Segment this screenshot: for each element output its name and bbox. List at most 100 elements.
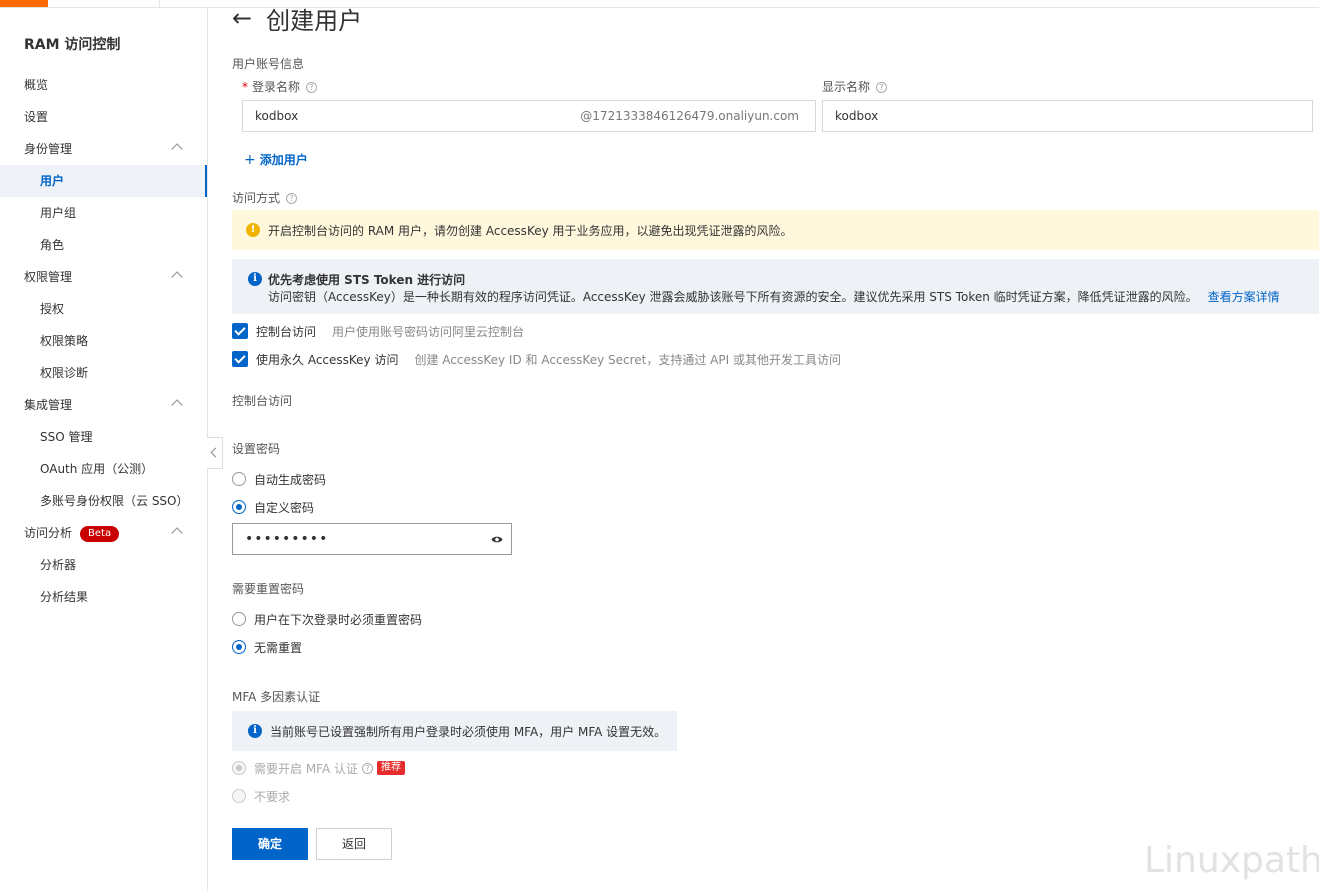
sidebar-item-user-groups[interactable]: 用户组 bbox=[0, 197, 207, 229]
back-arrow-icon[interactable]: ← bbox=[232, 3, 252, 33]
login-name-label: * 登录名称? bbox=[242, 78, 318, 95]
sidebar-collapse-button[interactable] bbox=[207, 437, 223, 469]
display-name-input[interactable]: kodbox bbox=[822, 100, 1313, 132]
sidebar-item-label: 身份管理 bbox=[24, 142, 73, 156]
back-button[interactable]: 返回 bbox=[316, 828, 392, 860]
chevron-up-icon[interactable] bbox=[171, 527, 183, 539]
page-title: 创建用户 bbox=[266, 6, 363, 35]
sidebar-item-label: 分析器 bbox=[40, 558, 77, 572]
confirm-button[interactable]: 确定 bbox=[232, 828, 308, 860]
sidebar-item-label: 集成管理 bbox=[24, 398, 73, 412]
sidebar-item-label: 访问分析 bbox=[24, 526, 73, 540]
radio-no-reset[interactable]: 无需重置 bbox=[232, 638, 302, 656]
sidebar-item-policies[interactable]: 权限策略 bbox=[0, 325, 207, 357]
eye-icon[interactable] bbox=[491, 535, 503, 544]
radio-mfa-required[interactable]: 需要开启 MFA 认证 ? 推荐 bbox=[232, 759, 405, 777]
sidebar-group-integration[interactable]: 集成管理 bbox=[0, 389, 207, 421]
help-icon[interactable]: ? bbox=[362, 762, 373, 774]
display-name-label-text: 显示名称 bbox=[822, 80, 871, 94]
radio-button[interactable] bbox=[232, 612, 246, 626]
chevron-up-icon[interactable] bbox=[171, 271, 183, 283]
sidebar-item-grants[interactable]: 授权 bbox=[0, 293, 207, 325]
radio-button[interactable] bbox=[232, 761, 246, 775]
display-name-label: 显示名称? bbox=[822, 78, 888, 95]
set-password-label: 设置密码 bbox=[232, 442, 281, 456]
console-access-label: 控制台访问 bbox=[256, 324, 317, 339]
radio-button[interactable] bbox=[232, 472, 246, 486]
accesskey-option[interactable]: 使用永久 AccessKey 访问 创建 AccessKey ID 和 Acce… bbox=[232, 350, 841, 368]
sidebar-item-oauth[interactable]: OAuth 应用（公测） bbox=[0, 453, 207, 485]
radio-custom-password[interactable]: 自定义密码 bbox=[232, 498, 314, 516]
sidebar-group-permissions[interactable]: 权限管理 bbox=[0, 261, 207, 293]
top-bar bbox=[0, 0, 1319, 8]
brand-logo[interactable] bbox=[0, 0, 48, 7]
plus-icon: + bbox=[244, 152, 256, 168]
radio-mfa-not-required[interactable]: 不要求 bbox=[232, 787, 290, 805]
console-section-title: 控制台访问 bbox=[232, 394, 293, 408]
sidebar-item-label: 用户组 bbox=[40, 206, 77, 220]
sidebar-item-roles[interactable]: 角色 bbox=[0, 229, 207, 261]
add-user-button[interactable]: + 添加用户 bbox=[244, 151, 308, 168]
radio-button[interactable] bbox=[232, 500, 246, 514]
radio-button[interactable] bbox=[232, 789, 246, 803]
sidebar-item-diagnosis[interactable]: 权限诊断 bbox=[0, 357, 207, 389]
radio-reset-next-login[interactable]: 用户在下次登录时必须重置密码 bbox=[232, 610, 422, 628]
help-icon[interactable]: ? bbox=[306, 82, 318, 93]
console-access-checkbox[interactable] bbox=[232, 323, 248, 339]
sidebar-item-analysis-results[interactable]: 分析结果 bbox=[0, 581, 207, 613]
accesskey-checkbox[interactable] bbox=[232, 351, 248, 367]
sidebar-item-settings[interactable]: 设置 bbox=[0, 101, 207, 133]
accesskey-label: 使用永久 AccessKey 访问 bbox=[256, 352, 399, 367]
mfa-label: MFA 多因素认证 bbox=[232, 690, 321, 704]
sidebar-item-label: 角色 bbox=[40, 238, 65, 252]
sidebar-item-overview[interactable]: 概览 bbox=[0, 69, 207, 101]
sidebar-item-sso[interactable]: SSO 管理 bbox=[0, 421, 207, 453]
help-icon[interactable]: ? bbox=[286, 193, 298, 204]
mfa-info-text: 当前账号已设置强制所有用户登录时必须使用 MFA，用户 MFA 设置无效。 bbox=[270, 724, 667, 739]
console-access-option[interactable]: 控制台访问 用户使用账号密码访问阿里云控制台 bbox=[232, 322, 524, 340]
accesskey-desc: 创建 AccessKey ID 和 AccessKey Secret，支持通过 … bbox=[414, 352, 841, 367]
warning-text: 开启控制台访问的 RAM 用户，请勿创建 AccessKey 用于业务应用，以避… bbox=[268, 223, 793, 238]
info-icon: i bbox=[248, 272, 262, 286]
radio-label: 自动生成密码 bbox=[254, 472, 327, 487]
add-user-label: 添加用户 bbox=[259, 153, 308, 167]
sidebar-item-label: OAuth 应用（公测） bbox=[40, 462, 154, 476]
radio-button[interactable] bbox=[232, 640, 246, 654]
console-access-desc: 用户使用账号密码访问阿里云控制台 bbox=[332, 324, 525, 339]
view-solution-link[interactable]: 查看方案详情 bbox=[1208, 290, 1280, 304]
sidebar-item-label: 权限策略 bbox=[40, 334, 89, 348]
watermark-text: Linuxpath bbox=[1144, 840, 1319, 881]
sidebar-item-users[interactable]: 用户 bbox=[0, 165, 207, 197]
sts-info-alert: i 优先考虑使用 STS Token 进行访问 访问密钥（AccessKey）是… bbox=[232, 259, 1319, 314]
radio-label: 用户在下次登录时必须重置密码 bbox=[254, 612, 423, 627]
sidebar-item-analyzer[interactable]: 分析器 bbox=[0, 549, 207, 581]
account-section-title: 用户账号信息 bbox=[232, 57, 305, 71]
radio-label: 不要求 bbox=[254, 789, 291, 804]
info-title: 优先考虑使用 STS Token 进行访问 bbox=[268, 273, 466, 287]
chevron-up-icon[interactable] bbox=[171, 399, 183, 411]
chevron-up-icon[interactable] bbox=[171, 143, 183, 155]
display-name-value: kodbox bbox=[835, 109, 879, 123]
radio-label: 无需重置 bbox=[254, 640, 303, 655]
sidebar-item-label: 多账号身份权限（云 SSO） bbox=[40, 494, 189, 508]
radio-auto-password[interactable]: 自动生成密码 bbox=[232, 470, 326, 488]
mfa-info-alert: i 当前账号已设置强制所有用户登录时必须使用 MFA，用户 MFA 设置无效。 bbox=[232, 711, 677, 751]
sidebar-group-analysis[interactable]: 访问分析 Beta bbox=[0, 517, 207, 549]
login-name-input[interactable]: kodbox @1721333846126479.onaliyun.com bbox=[242, 100, 816, 132]
login-name-value: kodbox bbox=[255, 109, 299, 123]
top-bar-segment[interactable] bbox=[48, 0, 160, 7]
sidebar-item-label: SSO 管理 bbox=[40, 430, 93, 444]
sidebar-item-label: 设置 bbox=[24, 110, 49, 124]
info-text-line: 访问密钥（AccessKey）是一种长期有效的程序访问凭证。AccessKey … bbox=[268, 288, 1280, 305]
sidebar-item-label: 用户 bbox=[40, 174, 65, 188]
sidebar-group-identity[interactable]: 身份管理 bbox=[0, 133, 207, 165]
reset-password-label: 需要重置密码 bbox=[232, 582, 305, 596]
page-header: ← 创建用户 bbox=[232, 2, 363, 35]
password-input[interactable]: ••••••••• bbox=[232, 523, 512, 555]
login-name-domain-suffix: @1721333846126479.onaliyun.com bbox=[580, 109, 799, 123]
warning-alert: ! 开启控制台访问的 RAM 用户，请勿创建 AccessKey 用于业务应用，… bbox=[232, 210, 1319, 250]
help-icon[interactable]: ? bbox=[876, 82, 888, 93]
sidebar-item-label: 权限管理 bbox=[24, 270, 73, 284]
sidebar-item-cloud-sso[interactable]: 多账号身份权限（云 SSO） bbox=[0, 485, 207, 517]
password-value: ••••••••• bbox=[245, 531, 329, 547]
